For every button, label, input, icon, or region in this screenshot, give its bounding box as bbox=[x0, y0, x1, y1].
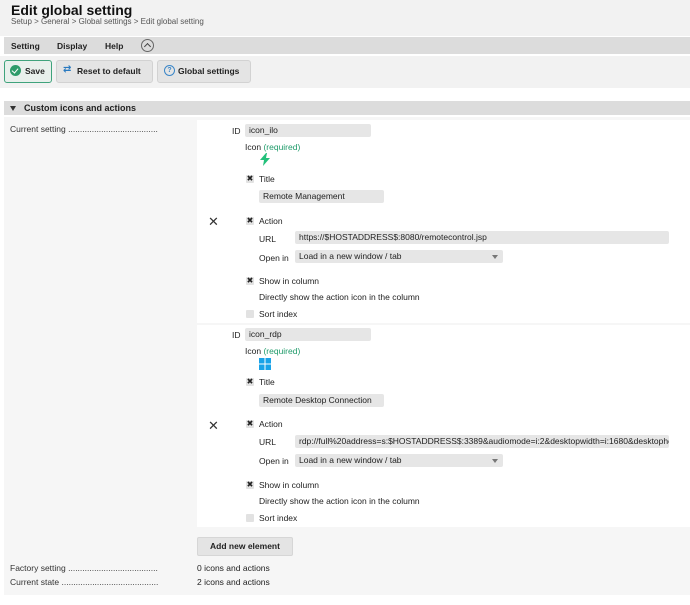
show-in-column-label: Show in column bbox=[259, 480, 320, 490]
save-check-icon bbox=[10, 65, 21, 76]
icon-label-text: Icon bbox=[245, 142, 262, 152]
open-in-label: Open in bbox=[259, 456, 289, 466]
action-checkbox[interactable]: ✖ bbox=[246, 420, 254, 428]
title-input[interactable]: Remote Desktop Connection bbox=[259, 394, 384, 407]
factory-setting-value: 0 icons and actions bbox=[197, 563, 270, 573]
open-in-select[interactable]: Load in a new window / tab bbox=[295, 454, 503, 467]
show-in-column-label: Show in column bbox=[259, 276, 320, 286]
icon-label: Icon (required) bbox=[245, 346, 300, 356]
title-checkbox[interactable]: ✖ bbox=[246, 175, 254, 183]
global-settings-label: Global settings bbox=[178, 66, 240, 76]
global-settings-button[interactable]: ? Global settings bbox=[157, 60, 251, 83]
delete-entry-icon[interactable]: ✕ bbox=[208, 419, 219, 432]
section-title: Custom icons and actions bbox=[24, 103, 137, 113]
sort-index-checkbox[interactable] bbox=[246, 514, 254, 522]
page-header: Edit global setting Setup > General > Gl… bbox=[0, 0, 690, 36]
current-state-value: 2 icons and actions bbox=[197, 577, 270, 587]
icon-label-text: Icon bbox=[245, 346, 262, 356]
save-label: Save bbox=[25, 66, 45, 76]
info-icon: ? bbox=[164, 65, 175, 76]
lightning-icon[interactable] bbox=[260, 153, 270, 166]
open-in-value: Load in a new window / tab bbox=[299, 251, 402, 261]
collapse-menu-icon[interactable] bbox=[141, 39, 154, 52]
sort-index-label: Sort index bbox=[259, 513, 298, 523]
title-checkbox[interactable]: ✖ bbox=[246, 378, 254, 386]
url-label: URL bbox=[259, 234, 277, 244]
id-input[interactable]: icon_ilo bbox=[245, 124, 371, 137]
required-hint: (required) bbox=[263, 142, 301, 152]
show-in-column-checkbox[interactable]: ✖ bbox=[246, 481, 254, 489]
factory-setting-label: Factory setting ........................… bbox=[10, 563, 158, 573]
reset-icon: ⇄ bbox=[63, 64, 72, 75]
current-state-label: Current state ..........................… bbox=[10, 577, 159, 587]
url-input[interactable]: rdp://full%20address=s:$HOSTADDRESS$:338… bbox=[295, 435, 669, 448]
open-in-select[interactable]: Load in a new window / tab bbox=[295, 250, 503, 263]
title-input[interactable]: Remote Management bbox=[259, 190, 384, 203]
chevron-down-icon bbox=[492, 459, 498, 463]
page-title: Edit global setting bbox=[11, 2, 133, 18]
add-new-element-button[interactable]: Add new element bbox=[197, 537, 293, 556]
required-hint: (required) bbox=[263, 346, 301, 356]
id-label: ID bbox=[232, 126, 241, 136]
sort-index-label: Sort index bbox=[259, 309, 298, 319]
current-setting-label: Current setting ........................… bbox=[10, 124, 158, 134]
sort-index-checkbox[interactable] bbox=[246, 310, 254, 318]
open-in-value: Load in a new window / tab bbox=[299, 455, 402, 465]
triangle-down-icon[interactable] bbox=[10, 106, 16, 111]
url-label: URL bbox=[259, 437, 277, 447]
id-label: ID bbox=[232, 330, 241, 340]
reset-label: Reset to default bbox=[77, 66, 141, 76]
breadcrumb[interactable]: Setup > General > Global settings > Edit… bbox=[11, 17, 204, 26]
menu-help[interactable]: Help bbox=[105, 41, 123, 51]
show-in-column-checkbox[interactable]: ✖ bbox=[246, 277, 254, 285]
title-label: Title bbox=[259, 377, 275, 387]
action-label: Action bbox=[259, 419, 283, 429]
id-input[interactable]: icon_rdp bbox=[245, 328, 371, 341]
menu-bar: Setting Display Help bbox=[4, 37, 690, 54]
section-header[interactable]: Custom icons and actions bbox=[4, 101, 690, 115]
action-checkbox[interactable]: ✖ bbox=[246, 217, 254, 225]
open-in-label: Open in bbox=[259, 253, 289, 263]
toolbar: Save ⇄ Reset to default ? Global setting… bbox=[0, 56, 690, 88]
url-input[interactable]: https://$HOSTADDRESS$:8080/remotecontrol… bbox=[295, 231, 669, 244]
delete-entry-icon[interactable]: ✕ bbox=[208, 215, 219, 228]
action-label: Action bbox=[259, 216, 283, 226]
chevron-down-icon bbox=[492, 255, 498, 259]
windows-icon[interactable] bbox=[259, 358, 271, 370]
show-in-column-hint: Directly show the action icon in the col… bbox=[259, 496, 420, 506]
reset-to-default-button[interactable]: ⇄ Reset to default bbox=[56, 60, 153, 83]
menu-setting[interactable]: Setting bbox=[11, 41, 40, 51]
title-label: Title bbox=[259, 174, 275, 184]
save-button[interactable]: Save bbox=[4, 60, 52, 83]
icon-label: Icon (required) bbox=[245, 142, 300, 152]
show-in-column-hint: Directly show the action icon in the col… bbox=[259, 292, 420, 302]
menu-display[interactable]: Display bbox=[57, 41, 87, 51]
